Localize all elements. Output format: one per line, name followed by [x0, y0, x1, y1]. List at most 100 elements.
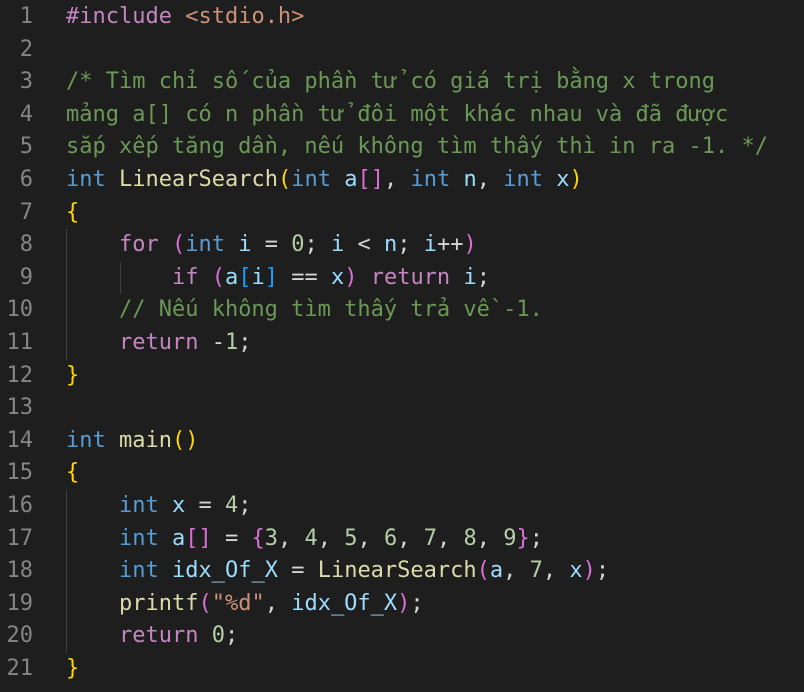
code-token: x	[569, 558, 583, 584]
line-code[interactable]: for (int i = 0; i < n; i++)	[66, 229, 477, 262]
code-token: int	[66, 427, 106, 453]
line-number: 17	[6, 525, 34, 551]
line-number: 13	[6, 395, 34, 421]
code-line[interactable]: 4 mảng a[] có n phần tử đôi một khác nhau…	[0, 99, 804, 132]
code-token: i	[423, 232, 437, 258]
code-token: ,	[383, 166, 411, 192]
code-token: =	[211, 525, 252, 551]
line-code[interactable]: }	[66, 653, 79, 686]
code-token: ;	[238, 492, 252, 518]
code-token: (	[277, 166, 292, 192]
code-line[interactable]: 20 return 0;	[0, 620, 804, 653]
code-line[interactable]: 13	[0, 392, 804, 425]
code-token: ,	[264, 590, 292, 616]
code-token: ;	[595, 558, 610, 584]
code-token: LinearSearch	[119, 166, 278, 192]
code-line[interactable]: 17 int a[] = {3, 4, 5, 6, 7, 8, 9};	[0, 523, 804, 556]
line-code[interactable]: printf("%d", idx_Of_X);	[66, 588, 424, 621]
code-line[interactable]: 5 sắp xếp tăng dần, nếu không tìm thấy th…	[0, 131, 804, 164]
code-token: )	[463, 232, 477, 258]
code-token: main	[119, 427, 172, 453]
code-token: 1	[224, 329, 239, 355]
code-line[interactable]: 16 int x = 4;	[0, 490, 804, 523]
code-line[interactable]: 21}	[0, 653, 804, 686]
line-number: 7	[19, 199, 33, 225]
line-code[interactable]: if (a[i] == x) return i;	[66, 262, 490, 295]
code-editor[interactable]: 1 #include <stdio.h> 2 3 /* Tìm chỉ số của p…	[0, 1, 804, 692]
code-token: for	[118, 232, 159, 258]
code-token: )	[344, 264, 358, 290]
code-token: ;	[529, 525, 543, 551]
code-token: 9	[503, 525, 517, 551]
code-token: a	[489, 558, 504, 584]
code-token: ,	[476, 525, 504, 551]
code-token: ,	[397, 525, 424, 551]
line-code[interactable]: int a[] = {3, 4, 5, 6, 7, 8, 9};	[66, 523, 543, 556]
code-line[interactable]: 15 {	[0, 457, 804, 490]
line-code[interactable]: mảng a[] có n phần tử đôi một khác nhau …	[66, 99, 728, 132]
line-code[interactable]: int x = 4;	[66, 490, 252, 523]
line-code[interactable]: int idx_Of_X = LinearSearch(a, 7, x);	[66, 555, 609, 588]
code-token: }	[516, 525, 530, 551]
line-code[interactable]: return -1;	[66, 327, 251, 360]
line-code[interactable]: sắp xếp tăng dần, nếu không tìm thấy thì…	[66, 131, 768, 164]
code-token: ==	[277, 264, 331, 290]
code-token: a	[171, 525, 186, 551]
line-code[interactable]: {	[66, 457, 79, 490]
code-token: int	[291, 166, 331, 192]
code-token: ;	[476, 264, 490, 290]
line-number: 10	[6, 297, 34, 323]
line-code[interactable]: // Nếu không tìm thấy trả về -1.	[66, 294, 543, 327]
line-code[interactable]: /* Tìm chỉ số của phần tử có giá trị bằn…	[66, 66, 715, 99]
code-token: x	[171, 492, 186, 518]
code-lines[interactable]: 1 #include <stdio.h> 2 3 /* Tìm chỉ số của p…	[0, 1, 804, 685]
code-token: int	[118, 558, 159, 584]
code-token: 7	[529, 558, 543, 584]
code-token: 3	[264, 525, 278, 551]
code-line[interactable]: 6 int LinearSearch(int a[], int n, int x)	[0, 164, 804, 197]
code-line[interactable]: 2	[0, 34, 804, 67]
line-number: 18	[6, 558, 34, 584]
line-number: 19	[6, 590, 34, 616]
line-number: 21	[6, 655, 34, 681]
code-token: (	[198, 590, 212, 616]
code-token: =	[185, 492, 225, 518]
code-line[interactable]: 7{	[0, 197, 804, 230]
line-number: 11	[6, 329, 34, 355]
line-code[interactable]: #include <stdio.h>	[66, 1, 304, 34]
line-code[interactable]: int main()	[66, 425, 198, 458]
code-token: int	[66, 166, 106, 192]
code-token: {	[66, 199, 80, 225]
code-line[interactable]: 9 if (a[i] == x) return i;	[0, 262, 804, 295]
code-token: /* Tìm chỉ số của phần tử có giá trị bằn…	[66, 69, 716, 95]
line-code[interactable]: return 0;	[66, 620, 238, 653]
code-line[interactable]: 8 for (int i = 0; i < n; i++)	[0, 229, 804, 262]
line-code[interactable]: {	[66, 197, 79, 230]
code-line[interactable]: 14 int main()	[0, 425, 804, 458]
code-token: ,	[357, 525, 384, 551]
code-token: ,	[317, 525, 345, 551]
code-line[interactable]: 11 return -1;	[0, 327, 804, 360]
code-line[interactable]: 1 #include <stdio.h>	[0, 1, 804, 34]
line-code[interactable]: int LinearSearch(int a[], int n, int x)	[66, 164, 583, 197]
code-token: x	[330, 264, 345, 290]
code-token: ;	[397, 232, 424, 258]
code-token: (	[171, 232, 186, 258]
code-line[interactable]: 19 printf("%d", idx_Of_X);	[0, 588, 804, 621]
code-token: ()	[171, 427, 199, 453]
code-line[interactable]: 10 // Nếu không tìm thấy trả về -1.	[0, 294, 804, 327]
code-line[interactable]: 12}	[0, 360, 804, 393]
code-line[interactable]: 18 int idx_Of_X = LinearSearch(a, 7, x);	[0, 555, 804, 588]
code-line[interactable]: 3 /* Tìm chỉ số của phần tử có giá trị bằ…	[0, 66, 804, 99]
line-number: 8	[19, 232, 33, 258]
code-token: )	[569, 166, 583, 192]
code-token: idx_Of_X	[291, 590, 398, 616]
code-token: [	[238, 264, 252, 290]
line-code[interactable]: }	[66, 360, 79, 393]
code-token: 4	[304, 525, 318, 551]
code-token: ;	[224, 623, 239, 649]
